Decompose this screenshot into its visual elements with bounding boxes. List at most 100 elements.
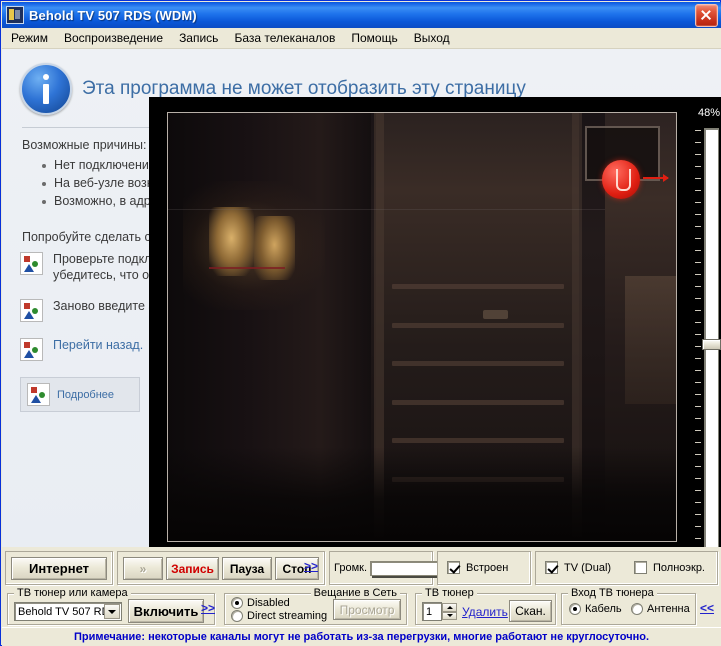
- slider-tick: [695, 382, 701, 383]
- input-cable-label: Кабель: [585, 603, 622, 615]
- action-text-link[interactable]: Перейти назад.: [53, 338, 143, 354]
- title-bar: Behold TV 507 RDS (WDM): [2, 2, 721, 28]
- menu-item-record[interactable]: Запись: [172, 29, 225, 47]
- pause-button[interactable]: Пауза: [222, 557, 272, 580]
- broadcast-disabled-radio[interactable]: [231, 597, 243, 609]
- slider-tick: [695, 178, 701, 179]
- slider-tick: [695, 130, 701, 131]
- fullscreen-checkbox-row[interactable]: Полноэкр.: [634, 561, 705, 574]
- slider-thumb[interactable]: [702, 339, 721, 350]
- slider-tick: [695, 430, 701, 431]
- slider-tick: [695, 418, 701, 419]
- info-icon: [20, 63, 72, 115]
- tuner-expand-link[interactable]: >>: [201, 601, 215, 615]
- more-info-button[interactable]: Подробнее: [20, 377, 140, 413]
- broadcast-streaming-row[interactable]: Direct streaming: [231, 610, 327, 622]
- status-note: Примечание: некоторые каналы могут не ра…: [73, 631, 650, 643]
- builtin-checkbox-row[interactable]: Встроен: [447, 561, 508, 574]
- slider-percent-label: 48%: [697, 107, 720, 119]
- slider-tick: [695, 310, 701, 311]
- tv-tuner-icon: [6, 6, 24, 24]
- slider-tick: [695, 238, 701, 239]
- slider-ticks: [694, 126, 703, 547]
- channel-stepper[interactable]: [442, 603, 457, 620]
- close-icon[interactable]: [695, 3, 718, 27]
- collapse-link[interactable]: <<: [700, 601, 714, 615]
- broadcast-group-title: Вещание в Сеть: [310, 587, 400, 599]
- tuner-device-group: ТВ тюнер или камера Behold TV 507 RD Вкл…: [7, 587, 215, 625]
- channel-number-input[interactable]: 1: [422, 602, 457, 621]
- channel-number-value: 1: [426, 605, 433, 618]
- slider-tick: [695, 142, 701, 143]
- menu-item-help[interactable]: Помощь: [344, 29, 404, 47]
- preview-button[interactable]: Просмотр: [333, 599, 401, 620]
- client-area: Эта программа не может отобразить эту ст…: [2, 49, 721, 547]
- builtin-checkbox[interactable]: [447, 561, 460, 574]
- stepper-up-icon[interactable]: [442, 603, 457, 612]
- menu-bar: Режим Воспроизведение Запись База телека…: [2, 28, 721, 49]
- slider-groove[interactable]: [704, 128, 719, 547]
- tv-dual-checkbox[interactable]: [545, 561, 558, 574]
- record-button[interactable]: Запись: [166, 557, 219, 580]
- slider-tick: [695, 202, 701, 203]
- input-cable-row[interactable]: Кабель: [569, 603, 622, 615]
- fullscreen-checkbox[interactable]: [634, 561, 647, 574]
- slider-tick: [695, 250, 701, 251]
- slider-tick: [695, 358, 701, 359]
- display-options-group: TV (Dual) Полноэкр.: [535, 551, 718, 585]
- internet-button[interactable]: Интернет: [11, 557, 107, 580]
- broadcast-disabled-row[interactable]: Disabled: [231, 597, 290, 609]
- vertical-slider[interactable]: 48%: [692, 97, 721, 547]
- builtin-checkbox-label: Встроен: [466, 561, 509, 574]
- window-buttons: [695, 3, 718, 27]
- builtin-group: Встроен: [437, 551, 531, 585]
- slider-tick: [695, 286, 701, 287]
- delete-channel-link[interactable]: Удалить: [462, 605, 508, 619]
- slider-tick: [695, 166, 701, 167]
- broadcast-streaming-label: Direct streaming: [247, 610, 328, 622]
- enable-tuner-button[interactable]: Включить: [128, 599, 204, 623]
- slider-tick: [695, 514, 701, 515]
- slider-tick: [695, 226, 701, 227]
- tuner-device-value: Behold TV 507 RD: [18, 605, 110, 618]
- slider-track[interactable]: [694, 126, 721, 547]
- slider-tick: [695, 442, 701, 443]
- broken-image-icon: [27, 383, 50, 407]
- channel-group-title: ТВ тюнер: [422, 587, 477, 599]
- slider-tick: [695, 274, 701, 275]
- slider-tick: [695, 298, 701, 299]
- scan-button[interactable]: Скан.: [509, 600, 552, 622]
- menu-item-mode[interactable]: Режим: [4, 29, 55, 47]
- slider-tick: [695, 538, 701, 539]
- tuner-device-group-title: ТВ тюнер или камера: [14, 587, 131, 599]
- fullscreen-checkbox-label: Полноэкр.: [653, 561, 705, 574]
- volume-label: Громк.: [334, 562, 368, 574]
- tv-dual-checkbox-row[interactable]: TV (Dual): [545, 561, 611, 574]
- menu-item-playback[interactable]: Воспроизведение: [57, 29, 170, 47]
- broadcast-streaming-radio[interactable]: [231, 610, 243, 622]
- input-cable-radio[interactable]: [569, 603, 581, 615]
- channel-group: ТВ тюнер 1 Удалить Скан.: [415, 587, 556, 625]
- slider-tick: [695, 154, 701, 155]
- internet-group: Интернет: [5, 551, 113, 585]
- chevron-down-icon[interactable]: [104, 604, 120, 619]
- tuner-device-select[interactable]: Behold TV 507 RD: [14, 602, 122, 621]
- video-panel[interactable]: [149, 97, 692, 547]
- menu-item-channel-db[interactable]: База телеканалов: [227, 29, 342, 47]
- input-antenna-row[interactable]: Антенна: [631, 603, 690, 615]
- toolbar-expand-link[interactable]: >>: [304, 559, 318, 573]
- broken-image-icon: [20, 338, 43, 362]
- slider-tick: [695, 214, 701, 215]
- video-frame[interactable]: [167, 112, 677, 542]
- slider-tick: [695, 526, 701, 527]
- video-image: [168, 113, 676, 541]
- menu-item-exit[interactable]: Выход: [407, 29, 457, 47]
- prev-button[interactable]: »: [123, 557, 163, 580]
- slider-tick: [695, 502, 701, 503]
- slider-tick: [695, 322, 701, 323]
- stepper-down-icon[interactable]: [442, 611, 457, 620]
- slider-tick: [695, 466, 701, 467]
- input-antenna-radio[interactable]: [631, 603, 643, 615]
- slider-tick: [695, 334, 701, 335]
- transport-group: » Запись Пауза Стоп: [117, 551, 325, 585]
